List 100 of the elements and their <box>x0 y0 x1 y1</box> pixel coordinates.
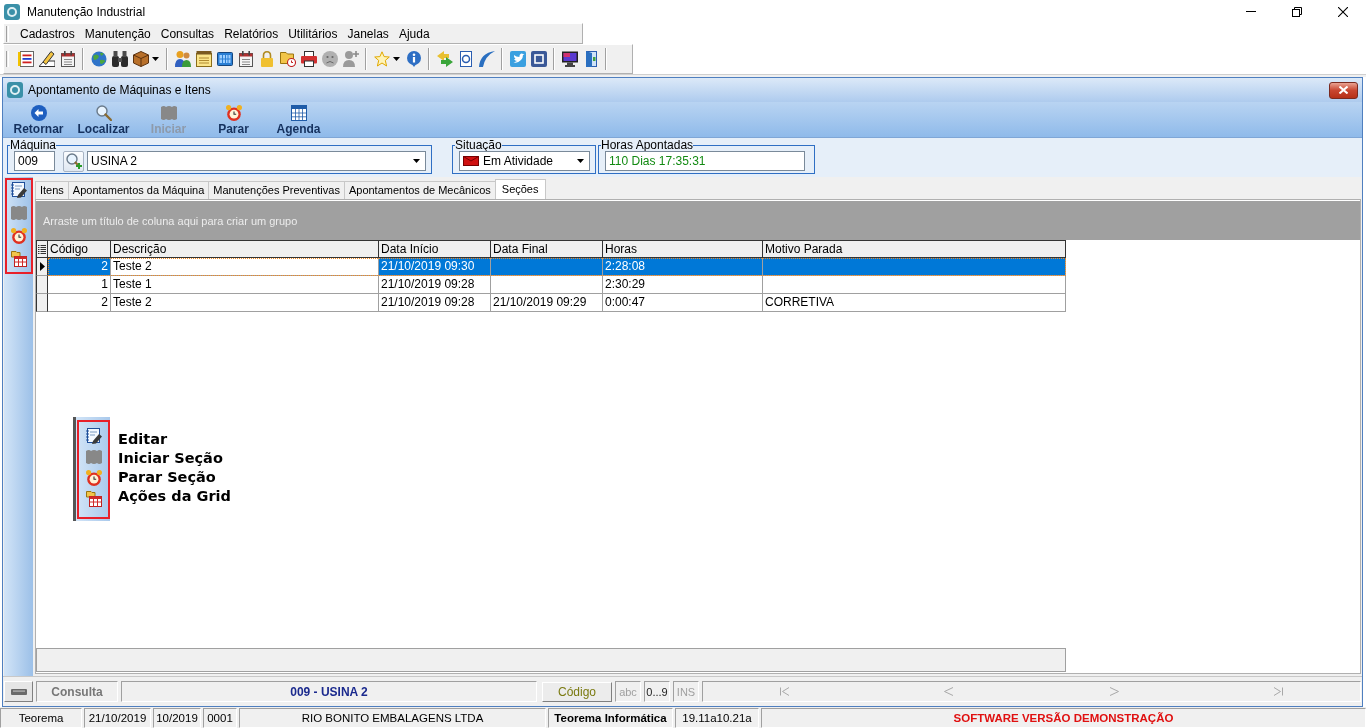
legend-text: Ações da Grid <box>118 487 231 506</box>
caret-icon <box>577 159 584 163</box>
menu-item[interactable]: Utilitários <box>283 25 343 42</box>
menu-item[interactable]: Janelas <box>342 25 394 42</box>
tab[interactable]: Apontamentos da Máquina <box>67 181 210 199</box>
row-selector[interactable] <box>36 276 48 294</box>
star-icon[interactable] <box>373 51 390 67</box>
status-panel: 10/2019 <box>153 708 201 728</box>
package-icon[interactable] <box>132 51 149 67</box>
toolbar-button[interactable]: Retornar <box>6 102 71 137</box>
envelope-icon <box>463 156 479 166</box>
mode-label: Consulta <box>36 681 118 702</box>
table-row[interactable]: 2 Teste 2 21/10/2019 09:30 2:28:08 <box>48 258 1066 276</box>
row-selector[interactable] <box>36 294 48 312</box>
column-header[interactable]: Horas <box>603 240 763 258</box>
pencil-icon[interactable] <box>38 51 55 67</box>
status-panel: 19.11a10.21a <box>675 708 759 728</box>
window-title: Manutenção Industrial <box>27 4 147 19</box>
menu-item[interactable]: Consultas <box>155 25 220 42</box>
alarm-clock-icon[interactable] <box>11 228 27 244</box>
app-icon <box>7 82 23 98</box>
people-icon[interactable] <box>174 51 191 67</box>
table-cell: Teste 2 <box>111 294 379 312</box>
legend-text: Iniciar Seção <box>118 449 224 468</box>
column-chooser-icon[interactable] <box>38 244 46 254</box>
toolbar-button[interactable]: Parar <box>201 102 266 137</box>
tab[interactable]: Apontamentos de Mecânicos <box>343 181 496 199</box>
table-cell: 0:00:47 <box>603 294 763 312</box>
bar-icon <box>10 688 27 695</box>
square-tile-icon[interactable] <box>530 51 547 67</box>
table-cell: CORRETIVA <box>763 294 1066 312</box>
status-panel: RIO BONITO EMBALAGENS LTDA <box>239 708 546 728</box>
indicator-label: abc <box>615 681 641 702</box>
column-header[interactable]: Descrição <box>111 240 379 258</box>
binoculars-icon[interactable] <box>111 51 128 67</box>
calculator-icon[interactable] <box>216 51 233 67</box>
table-cell: 21/10/2019 09:30 <box>379 258 491 276</box>
toolbar-button[interactable]: Localizar <box>71 102 136 137</box>
monitor-icon[interactable] <box>561 51 578 67</box>
tab[interactable]: Itens <box>35 181 69 199</box>
folder-clock-icon[interactable] <box>279 51 296 67</box>
app-icon <box>4 3 20 20</box>
table-row[interactable]: 1 Teste 1 21/10/2019 09:28 2:30:29 <box>48 276 1066 294</box>
search-icon <box>95 105 112 121</box>
group-label: Máquina <box>10 139 57 151</box>
table-row[interactable]: 2 Teste 2 21/10/2019 09:28 21/10/2019 09:29 0:00:47 CORRETIVA <box>48 294 1066 312</box>
table-cell: 21/10/2019 09:28 <box>379 294 491 312</box>
calendar-icon[interactable] <box>59 51 76 67</box>
list-icon[interactable] <box>17 51 34 67</box>
row-selector[interactable] <box>36 258 48 276</box>
table-cell: 21/10/2019 09:29 <box>491 294 603 312</box>
indicator-label: 0...9 <box>644 681 670 702</box>
group-hint: Arraste um título de coluna aqui para criar um grupo <box>43 214 298 227</box>
caret-icon[interactable] <box>393 57 400 61</box>
tab[interactable]: Manutenções Preventivas <box>208 181 345 199</box>
column-header[interactable]: Motivo Parada <box>763 240 1066 258</box>
menu-item[interactable]: Ajuda <box>393 25 435 42</box>
legend-text: Editar <box>118 430 169 449</box>
column-header[interactable]: Código <box>48 240 111 258</box>
caret-icon <box>413 159 420 163</box>
printer-icon[interactable] <box>300 51 317 67</box>
code-field[interactable]: 009 <box>14 151 55 171</box>
table-cell: 2:28:08 <box>603 258 763 276</box>
sort-button[interactable]: Código <box>542 681 612 702</box>
swoosh-icon[interactable] <box>478 51 495 67</box>
group-label: Situação <box>455 139 502 151</box>
restore-icon <box>1292 6 1302 17</box>
notepad-pencil-icon[interactable] <box>11 182 27 198</box>
machine-combobox[interactable]: USINA 2 <box>87 151 426 171</box>
caret-icon[interactable] <box>152 57 159 61</box>
toolbar-button[interactable]: Agenda <box>266 102 331 137</box>
menu-item[interactable]: Relatórios <box>219 25 284 42</box>
table-icon[interactable] <box>11 251 27 267</box>
alarm-clock-icon <box>225 105 242 121</box>
page-icon[interactable] <box>457 51 474 67</box>
lookup-button[interactable] <box>63 150 84 172</box>
menu-item[interactable]: Manutenção <box>79 25 156 42</box>
minimize-icon <box>1246 11 1256 12</box>
nav-button[interactable] <box>4 681 33 702</box>
status-combobox[interactable]: Em Atividade <box>459 151 590 171</box>
table-cell: 2 <box>48 294 111 312</box>
globe-icon[interactable] <box>90 51 107 67</box>
arrows-icon[interactable] <box>436 51 453 67</box>
close-button[interactable] <box>1329 81 1358 99</box>
bird-tile-icon[interactable] <box>509 51 526 67</box>
info-icon[interactable] <box>405 51 422 67</box>
calendar-grid-icon <box>290 105 307 121</box>
calendar-icon[interactable] <box>237 51 254 67</box>
skip-start-icon[interactable] <box>780 687 791 696</box>
frown-icon[interactable] <box>321 51 338 67</box>
notepad-icon[interactable] <box>195 51 212 67</box>
group-label: Horas Apontadas <box>601 139 694 151</box>
legend-text: Parar Seção <box>118 468 217 487</box>
menu-item[interactable]: Cadastros <box>15 25 80 42</box>
table-cell: Teste 2 <box>111 258 379 276</box>
form-title: Apontamento de Máquinas e Itens <box>28 83 212 97</box>
column-header[interactable]: Data Final <box>491 240 603 258</box>
column-header[interactable]: Data Início <box>379 240 491 258</box>
hours-field[interactable]: 110 Dias 17:35:31 <box>605 151 805 171</box>
tab[interactable]: Seções <box>494 179 546 199</box>
